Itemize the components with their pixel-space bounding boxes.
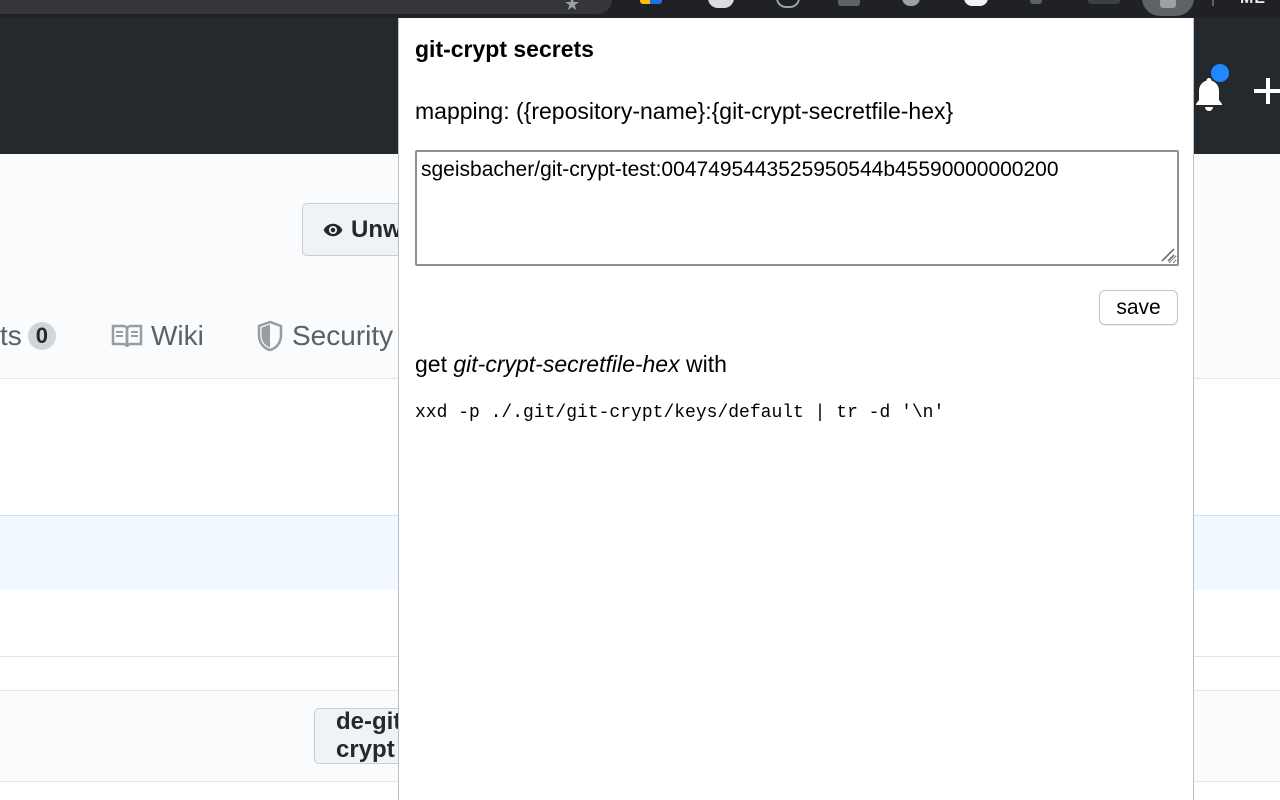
tab-projects-label: ts — [0, 320, 22, 351]
star-icon[interactable]: ★ — [564, 0, 580, 15]
git-crypt-extension-icon[interactable] — [1142, 0, 1194, 16]
extension-icon-3[interactable] — [776, 0, 800, 8]
popup-title: git-crypt secrets — [415, 36, 594, 62]
plus-icon[interactable] — [1254, 76, 1280, 104]
extension-icon-6[interactable] — [964, 0, 988, 6]
extension-shield-icon[interactable] — [902, 0, 920, 6]
extension-icon-7[interactable] — [1030, 0, 1042, 4]
tab-security-label: Security — [292, 320, 394, 351]
tab-wiki-label: Wiki — [151, 320, 204, 351]
extension-icon-4[interactable] — [838, 0, 860, 6]
tab-security[interactable]: Security — [256, 320, 393, 352]
hint-text: get git-crypt-secretfile-hex with — [415, 351, 727, 378]
extension-google-icon[interactable] — [640, 0, 662, 4]
eye-icon — [323, 223, 343, 236]
tab-wiki[interactable]: Wiki — [111, 320, 204, 352]
shield-icon — [257, 320, 283, 352]
profile-button[interactable]: ME — [1240, 0, 1266, 8]
mapping-description: mapping: ({repository-name}:{git-crypt-s… — [415, 98, 954, 124]
extension-popup: git-crypt secrets mapping: ({repository-… — [398, 18, 1194, 800]
hint-suffix: with — [679, 351, 727, 377]
browser-toolbar: ★ ME — [0, 0, 1280, 18]
book-icon — [111, 324, 143, 348]
tab-projects[interactable]: ts 0 — [0, 320, 57, 352]
address-bar[interactable] — [0, 0, 612, 14]
extension-icon-8[interactable] — [1088, 0, 1120, 4]
secrets-textarea[interactable] — [415, 150, 1179, 266]
hint-prefix: get — [415, 351, 454, 377]
hint-emphasis: git-crypt-secretfile-hex — [453, 351, 680, 377]
bell-icon[interactable] — [1194, 76, 1224, 112]
projects-counter: 0 — [27, 322, 57, 350]
save-button[interactable]: save — [1099, 290, 1178, 325]
command-snippet: xxd -p ./.git/git-crypt/keys/default | t… — [415, 403, 945, 423]
toolbar-divider — [1212, 0, 1214, 6]
extension-icon-2[interactable] — [708, 0, 734, 8]
